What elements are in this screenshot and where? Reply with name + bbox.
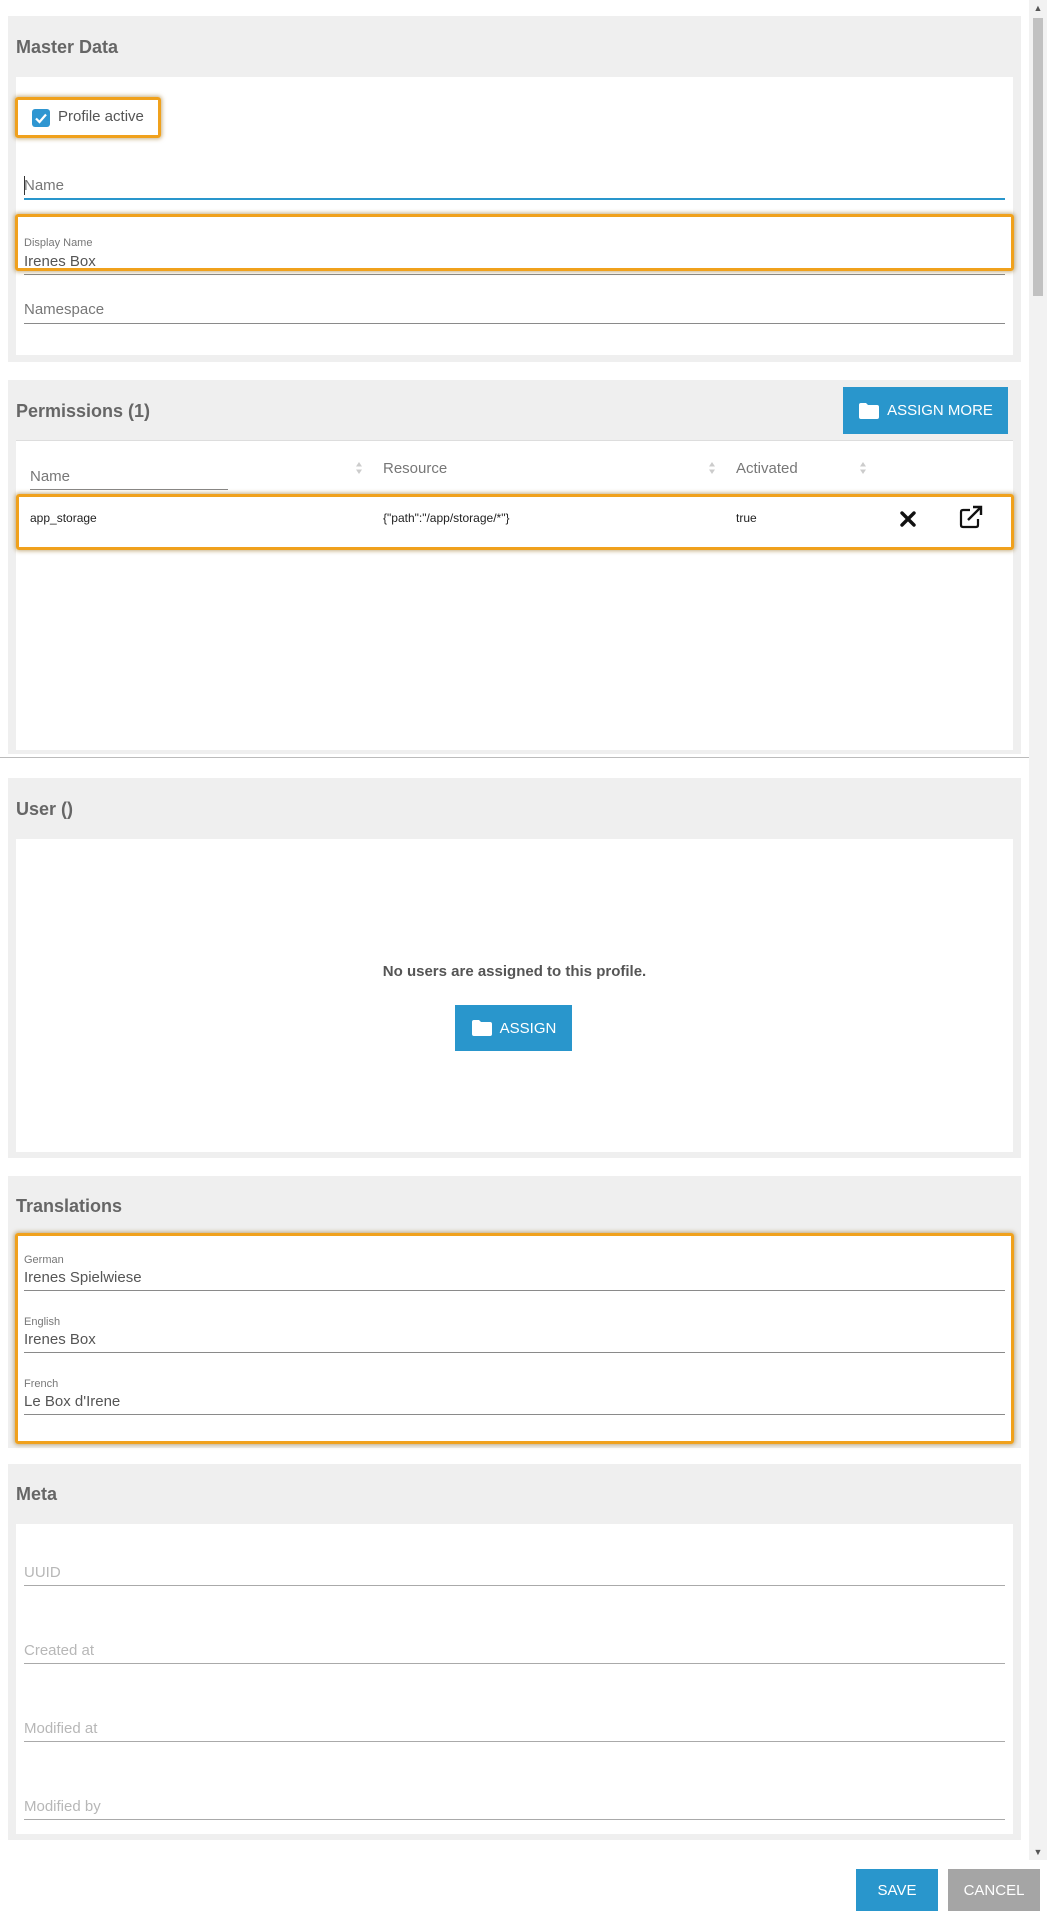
created-at-field[interactable]: Created at: [24, 1640, 1005, 1670]
namespace-field[interactable]: Namespace: [24, 299, 1005, 341]
master-data-panel: Master Data Profile active Name Display …: [8, 16, 1021, 362]
name-filter-underline: [30, 489, 228, 490]
sort-activated-icon[interactable]: [859, 461, 867, 475]
scroll-up-arrow-icon[interactable]: ▲: [1029, 0, 1047, 16]
master-data-title: Master Data: [16, 37, 119, 57]
permissions-title: Permissions (1): [16, 401, 151, 421]
translation-english-underline: [24, 1352, 1005, 1353]
row-name-cell: app_storage: [30, 511, 97, 525]
permissions-panel: Permissions (1) ASSIGN MORE Name Resourc…: [8, 380, 1021, 754]
uuid-underline: [24, 1585, 1005, 1586]
row-resource-cell: {"path":"/app/storage/*"}: [383, 511, 510, 525]
sort-resource-icon[interactable]: [708, 461, 716, 475]
translation-french-field[interactable]: French Le Box d'Irene: [24, 1378, 1005, 1422]
name-filter[interactable]: Name: [30, 465, 228, 490]
master-data-body: Profile active Name Display Name Irenes …: [16, 77, 1013, 355]
external-link-icon[interactable]: [959, 505, 985, 529]
uuid-placeholder: UUID: [24, 1564, 61, 1581]
display-name-label: Display Name: [24, 237, 93, 249]
translation-french-underline: [24, 1414, 1005, 1415]
modified-at-underline: [24, 1741, 1005, 1742]
created-at-underline: [24, 1663, 1005, 1664]
modified-by-placeholder: Modified by: [24, 1798, 101, 1815]
display-name-underline: [24, 274, 1005, 275]
user-panel: User () No users are assigned to this pr…: [8, 778, 1021, 1158]
display-name-field[interactable]: Display Name Irenes Box: [24, 237, 1005, 281]
namespace-placeholder: Namespace: [24, 301, 105, 318]
name-filter-placeholder: Name: [30, 468, 71, 485]
table-row[interactable]: app_storage {"path":"/app/storage/*"} tr…: [16, 494, 1013, 542]
translation-english-value[interactable]: Irenes Box: [24, 1331, 96, 1348]
folder-icon: [859, 402, 880, 419]
column-header-activated[interactable]: Activated: [736, 460, 798, 477]
save-label: SAVE: [877, 1881, 917, 1899]
assign-label: ASSIGN: [499, 1019, 557, 1037]
remove-icon[interactable]: [900, 511, 916, 527]
permissions-body: Name Resource Activated app_storage {"pa…: [16, 440, 1013, 750]
modified-at-placeholder: Modified at: [24, 1720, 98, 1737]
translation-german-label: German: [24, 1254, 64, 1266]
checkbox-icon[interactable]: [32, 109, 50, 127]
assign-more-button[interactable]: ASSIGN MORE: [843, 387, 1008, 434]
display-name-value[interactable]: Irenes Box: [24, 253, 96, 270]
uuid-field[interactable]: UUID: [24, 1562, 1005, 1592]
namespace-underline: [24, 323, 1005, 324]
cancel-label: CANCEL: [963, 1881, 1025, 1899]
text-cursor: [24, 176, 25, 195]
scroll-down-arrow-icon[interactable]: ▼: [1029, 1844, 1047, 1860]
meta-body: UUID Created at Modified at Modified by: [16, 1524, 1013, 1834]
assign-button[interactable]: ASSIGN: [455, 1005, 572, 1051]
no-users-message: No users are assigned to this profile.: [382, 963, 647, 980]
cancel-button[interactable]: CANCEL: [948, 1869, 1040, 1911]
modified-by-field[interactable]: Modified by: [24, 1796, 1005, 1826]
scrollbar-thumb[interactable]: [1033, 18, 1043, 296]
translation-french-value[interactable]: Le Box d'Irene: [24, 1393, 120, 1410]
translation-french-label: French: [24, 1378, 59, 1390]
meta-title: Meta: [16, 1484, 58, 1504]
user-title: User (): [16, 799, 74, 819]
profile-form-scroll-area[interactable]: Master Data Profile active Name Display …: [0, 0, 1029, 1860]
user-body: No users are assigned to this profile. A…: [16, 839, 1013, 1152]
name-field[interactable]: Name: [24, 175, 1005, 217]
translation-german-field[interactable]: German Irenes Spielwiese: [24, 1254, 1005, 1298]
translations-body: German Irenes Spielwiese English Irenes …: [16, 1236, 1013, 1443]
save-button[interactable]: SAVE: [856, 1869, 938, 1911]
translation-german-underline: [24, 1290, 1005, 1291]
row-activated-cell: true: [736, 511, 757, 525]
vertical-scrollbar[interactable]: ▲ ▼: [1029, 0, 1047, 1860]
name-underline: [24, 198, 1005, 200]
assign-more-label: ASSIGN MORE: [887, 402, 993, 419]
translation-german-value[interactable]: Irenes Spielwiese: [24, 1269, 142, 1286]
name-placeholder: Name: [24, 177, 65, 194]
modified-by-underline: [24, 1819, 1005, 1820]
sort-name-icon[interactable]: [355, 461, 363, 475]
column-header-resource[interactable]: Resource: [383, 460, 447, 477]
translations-title: Translations: [16, 1196, 123, 1216]
meta-panel: Meta UUID Created at Modified at Modifie…: [8, 1464, 1021, 1840]
section-divider: [0, 757, 1029, 758]
modified-at-field[interactable]: Modified at: [24, 1718, 1005, 1748]
translation-english-field[interactable]: English Irenes Box: [24, 1316, 1005, 1360]
folder-icon: [471, 1020, 492, 1036]
translation-english-label: English: [24, 1316, 61, 1328]
translations-panel: Translations German Irenes Spielwiese En…: [8, 1176, 1021, 1448]
created-at-placeholder: Created at: [24, 1642, 95, 1659]
profile-active-label[interactable]: Profile active: [58, 108, 144, 125]
